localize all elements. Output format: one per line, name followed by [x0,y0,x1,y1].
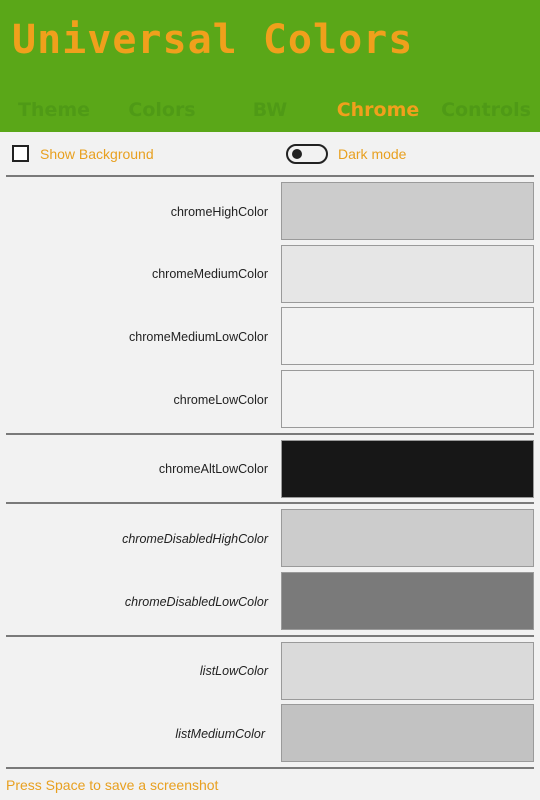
color-swatch[interactable] [281,704,534,762]
row-label: chromeAltLowColor [158,462,268,476]
tab-controls[interactable]: Controls [432,96,540,124]
tab-bar: Theme Colors BW Chrome Controls [0,96,540,124]
color-swatch[interactable] [281,182,534,240]
tab-theme[interactable]: Theme [0,96,108,124]
row-label: chromeMediumColor [151,267,268,281]
row-label: chromeMediumLowColor [129,330,268,344]
dark-mode-toggle[interactable] [286,144,328,164]
toggle-knob [292,149,302,159]
section-divider [6,502,534,504]
row-label: chromeHighColor [170,205,268,219]
app-header: Universal Colors Theme Colors BW Chrome … [0,0,540,132]
section-divider [6,175,534,177]
row-label: listMediumColor [175,727,265,741]
section-divider [6,767,534,769]
row-label: listLowColor [199,664,268,678]
show-background-checkbox[interactable] [12,145,29,162]
section-divider [6,433,534,435]
color-swatch[interactable] [281,509,534,567]
show-background-label[interactable]: Show Background [40,144,154,164]
color-swatch[interactable] [281,440,534,498]
screenshot-hint: Press Space to save a screenshot [6,777,219,793]
color-swatch[interactable] [281,370,534,428]
dark-mode-label[interactable]: Dark mode [338,144,406,164]
row-label: chromeDisabledLowColor [124,595,268,609]
row-label: chromeLowColor [173,393,268,407]
tab-chrome[interactable]: Chrome [324,96,432,124]
options-bar: Show Background Dark mode [0,132,540,176]
color-swatch[interactable] [281,307,534,365]
color-swatch[interactable] [281,245,534,303]
tab-bw[interactable]: BW [216,96,324,124]
app-title: Universal Colors [12,17,414,63]
color-swatch[interactable] [281,642,534,700]
color-swatch[interactable] [281,572,534,630]
tab-colors[interactable]: Colors [108,96,216,124]
row-label: chromeDisabledHighColor [122,532,268,546]
section-divider [6,635,534,637]
